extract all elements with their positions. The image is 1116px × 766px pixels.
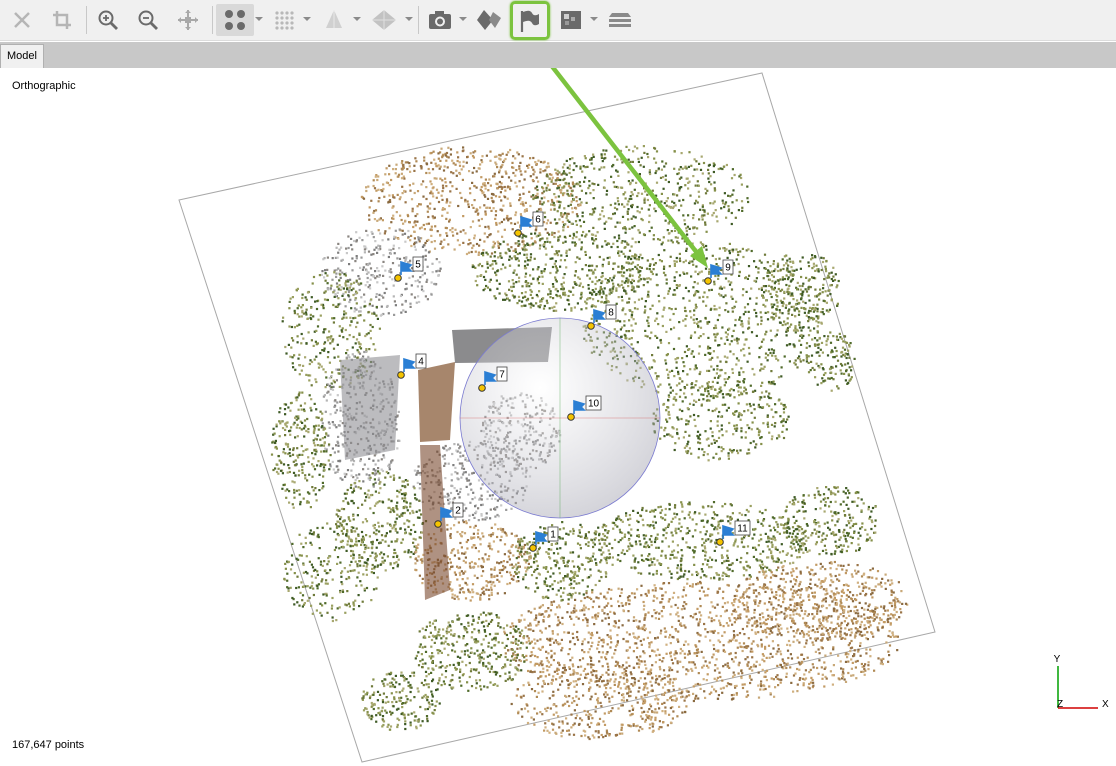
app-window: Model 1 2 4 5 6 7 8 9 10 11 Y Z X Orthog… — [0, 0, 1116, 766]
tab-bar: Model — [0, 42, 1116, 68]
point-cloud-scene[interactable]: 1 2 4 5 6 7 8 9 10 11 Y Z X — [0, 68, 1116, 766]
dense-cloud-button[interactable] — [268, 4, 300, 36]
marker-label: 9 — [725, 263, 731, 274]
marker-flag-icon — [722, 524, 735, 539]
show-shapes-button[interactable] — [472, 4, 506, 36]
chevron-down-icon[interactable] — [255, 17, 263, 21]
chevron-down-icon[interactable] — [590, 17, 598, 21]
marker-flag-icon — [520, 215, 533, 230]
zoom-in-icon — [98, 10, 118, 30]
marker-label: 6 — [535, 215, 541, 226]
mesh-icon — [372, 10, 396, 30]
point-cloud-icon — [225, 10, 245, 30]
marker-point — [394, 274, 402, 282]
chevron-down-icon[interactable] — [459, 17, 467, 21]
model-viewport[interactable]: 1 2 4 5 6 7 8 9 10 11 Y Z X Orthographic 167,647 … — [0, 68, 1116, 766]
marker-point — [704, 277, 712, 285]
marker-label: 10 — [588, 399, 600, 410]
marker-flag-icon — [403, 357, 416, 372]
close-icon — [14, 12, 30, 28]
marker-label: 4 — [418, 357, 424, 368]
marker-label: 8 — [608, 308, 614, 319]
roof-patch — [418, 362, 455, 442]
marker-label: 11 — [737, 524, 748, 535]
mesh-button[interactable] — [366, 4, 402, 36]
dense-cloud-icon — [275, 11, 294, 30]
move-icon — [178, 10, 198, 30]
axis-gizmo: Y Z X — [1054, 654, 1109, 710]
tab-model[interactable]: Model — [0, 44, 44, 68]
zoom-out-icon — [138, 10, 158, 30]
points-count-label: 167,647 points — [12, 739, 85, 751]
shapes-icon — [477, 10, 501, 30]
axis-y-label: Y — [1054, 654, 1061, 665]
marker-point — [514, 229, 522, 237]
marker-8[interactable]: 8 — [587, 304, 617, 330]
show-dem-button[interactable] — [555, 4, 587, 36]
toolbar — [0, 0, 1116, 41]
tiled-model-button[interactable] — [318, 4, 350, 36]
show-layers-button[interactable] — [604, 4, 636, 36]
show-cameras-button[interactable] — [424, 4, 456, 36]
marker-label: 1 — [550, 530, 556, 541]
marker-point — [716, 538, 724, 546]
marker-point — [397, 371, 405, 379]
tiled-model-icon — [326, 10, 342, 28]
axis-x-label: X — [1102, 699, 1109, 710]
marker-label: 7 — [499, 370, 505, 381]
point-cloud-button[interactable] — [216, 4, 254, 36]
marker-flag-icon — [400, 260, 413, 275]
zoom-out-button[interactable] — [132, 4, 164, 36]
marker-label: 2 — [455, 506, 461, 517]
projection-label: Orthographic — [12, 80, 76, 92]
dem-icon — [561, 11, 581, 29]
chevron-down-icon[interactable] — [405, 17, 413, 21]
chevron-down-icon[interactable] — [303, 17, 311, 21]
zoom-in-button[interactable] — [92, 4, 124, 36]
show-markers-button[interactable] — [510, 1, 550, 40]
chevron-down-icon[interactable] — [353, 17, 361, 21]
markers-flag-icon — [520, 10, 539, 32]
marker-point — [587, 322, 595, 330]
roof-patch — [340, 355, 400, 460]
marker-point — [567, 413, 575, 421]
marker-point — [434, 520, 442, 528]
camera-icon — [429, 11, 451, 29]
layers-icon — [609, 13, 631, 27]
crop-icon — [53, 11, 71, 29]
reset-selection-button[interactable] — [6, 4, 38, 36]
marker-point — [478, 384, 486, 392]
navigation-button[interactable] — [172, 4, 204, 36]
axis-z-label: Z — [1057, 699, 1063, 710]
marker-point — [529, 544, 537, 552]
crop-selection-button[interactable] — [46, 4, 78, 36]
marker-label: 5 — [415, 260, 421, 271]
